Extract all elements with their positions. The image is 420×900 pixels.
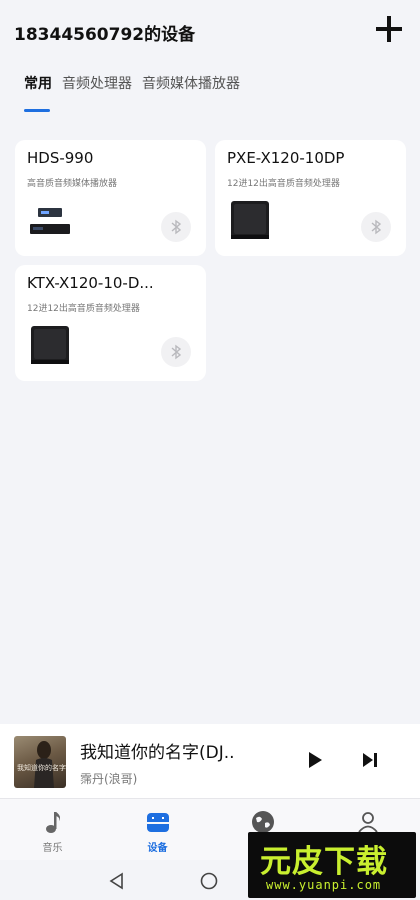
album-cover-image: 我知道你的名字 <box>17 741 66 788</box>
play-button[interactable] <box>305 750 325 770</box>
plus-icon <box>376 16 402 42</box>
bluetooth-icon <box>371 219 382 235</box>
watermark-title: 元皮下载 <box>260 844 388 880</box>
device-name: PXE-X120-10DP <box>227 149 345 167</box>
device-name: KTX-X120-10-D... <box>27 274 154 292</box>
bluetooth-icon <box>171 219 182 235</box>
add-device-button[interactable] <box>374 14 404 44</box>
processor-image <box>231 201 269 239</box>
next-track-button[interactable] <box>360 750 380 770</box>
bluetooth-button[interactable] <box>361 212 391 242</box>
device-icon <box>146 813 169 832</box>
tab-common[interactable]: 常用 <box>24 73 52 112</box>
page-title: 18344560792的设备 <box>14 25 196 45</box>
processor-image <box>31 326 69 364</box>
bluetooth-button[interactable] <box>161 212 191 242</box>
device-card[interactable]: PXE-X120-10DP 12进12出高音质音频处理器 <box>215 140 406 256</box>
media-player-image <box>30 208 70 234</box>
device-grid: HDS-990 高音质音频媒体播放器 PXE-X120-10DP 12进12出高… <box>15 140 406 381</box>
tab-devices[interactable]: 设备 <box>105 799 210 860</box>
mini-player[interactable]: 我知道你的名字 我知道你的名字(DJ.. 霈丹(浪哥) <box>0 724 420 798</box>
device-card[interactable]: HDS-990 高音质音频媒体播放器 <box>15 140 206 256</box>
tab-label: 音乐 <box>42 843 63 854</box>
device-name: HDS-990 <box>27 149 94 167</box>
device-card[interactable]: KTX-X120-10-D... 12进12出高音质音频处理器 <box>15 265 206 381</box>
music-note-icon <box>45 812 60 833</box>
tab-label: 设备 <box>147 843 168 854</box>
device-description: 12进12出高音质音频处理器 <box>227 179 340 189</box>
album-cover[interactable]: 我知道你的名字 <box>14 736 66 788</box>
back-icon[interactable] <box>108 872 126 890</box>
home-icon[interactable] <box>200 872 218 890</box>
device-description: 12进12出高音质音频处理器 <box>27 304 140 314</box>
cover-text: 我知道你的名字 <box>17 763 66 772</box>
watermark: 元皮下载 www.yuanpi.com <box>248 832 416 898</box>
bluetooth-icon <box>171 344 182 360</box>
artist-name: 霈丹(浪哥) <box>80 772 138 786</box>
header: 18344560792的设备 <box>0 0 420 62</box>
bluetooth-button[interactable] <box>161 337 191 367</box>
song-title: 我知道你的名字(DJ.. <box>80 743 235 763</box>
skip-next-icon <box>363 753 377 767</box>
tab-audio-processor[interactable]: 音频处理器 <box>62 73 132 103</box>
tab-media-player[interactable]: 音频媒体播放器 <box>142 73 240 103</box>
watermark-url: www.yuanpi.com <box>266 878 382 892</box>
device-description: 高音质音频媒体播放器 <box>27 179 118 189</box>
category-tabs: 常用 音频处理器 音频媒体播放器 <box>24 73 240 112</box>
play-icon <box>309 752 322 768</box>
tab-music[interactable]: 音乐 <box>0 799 105 860</box>
